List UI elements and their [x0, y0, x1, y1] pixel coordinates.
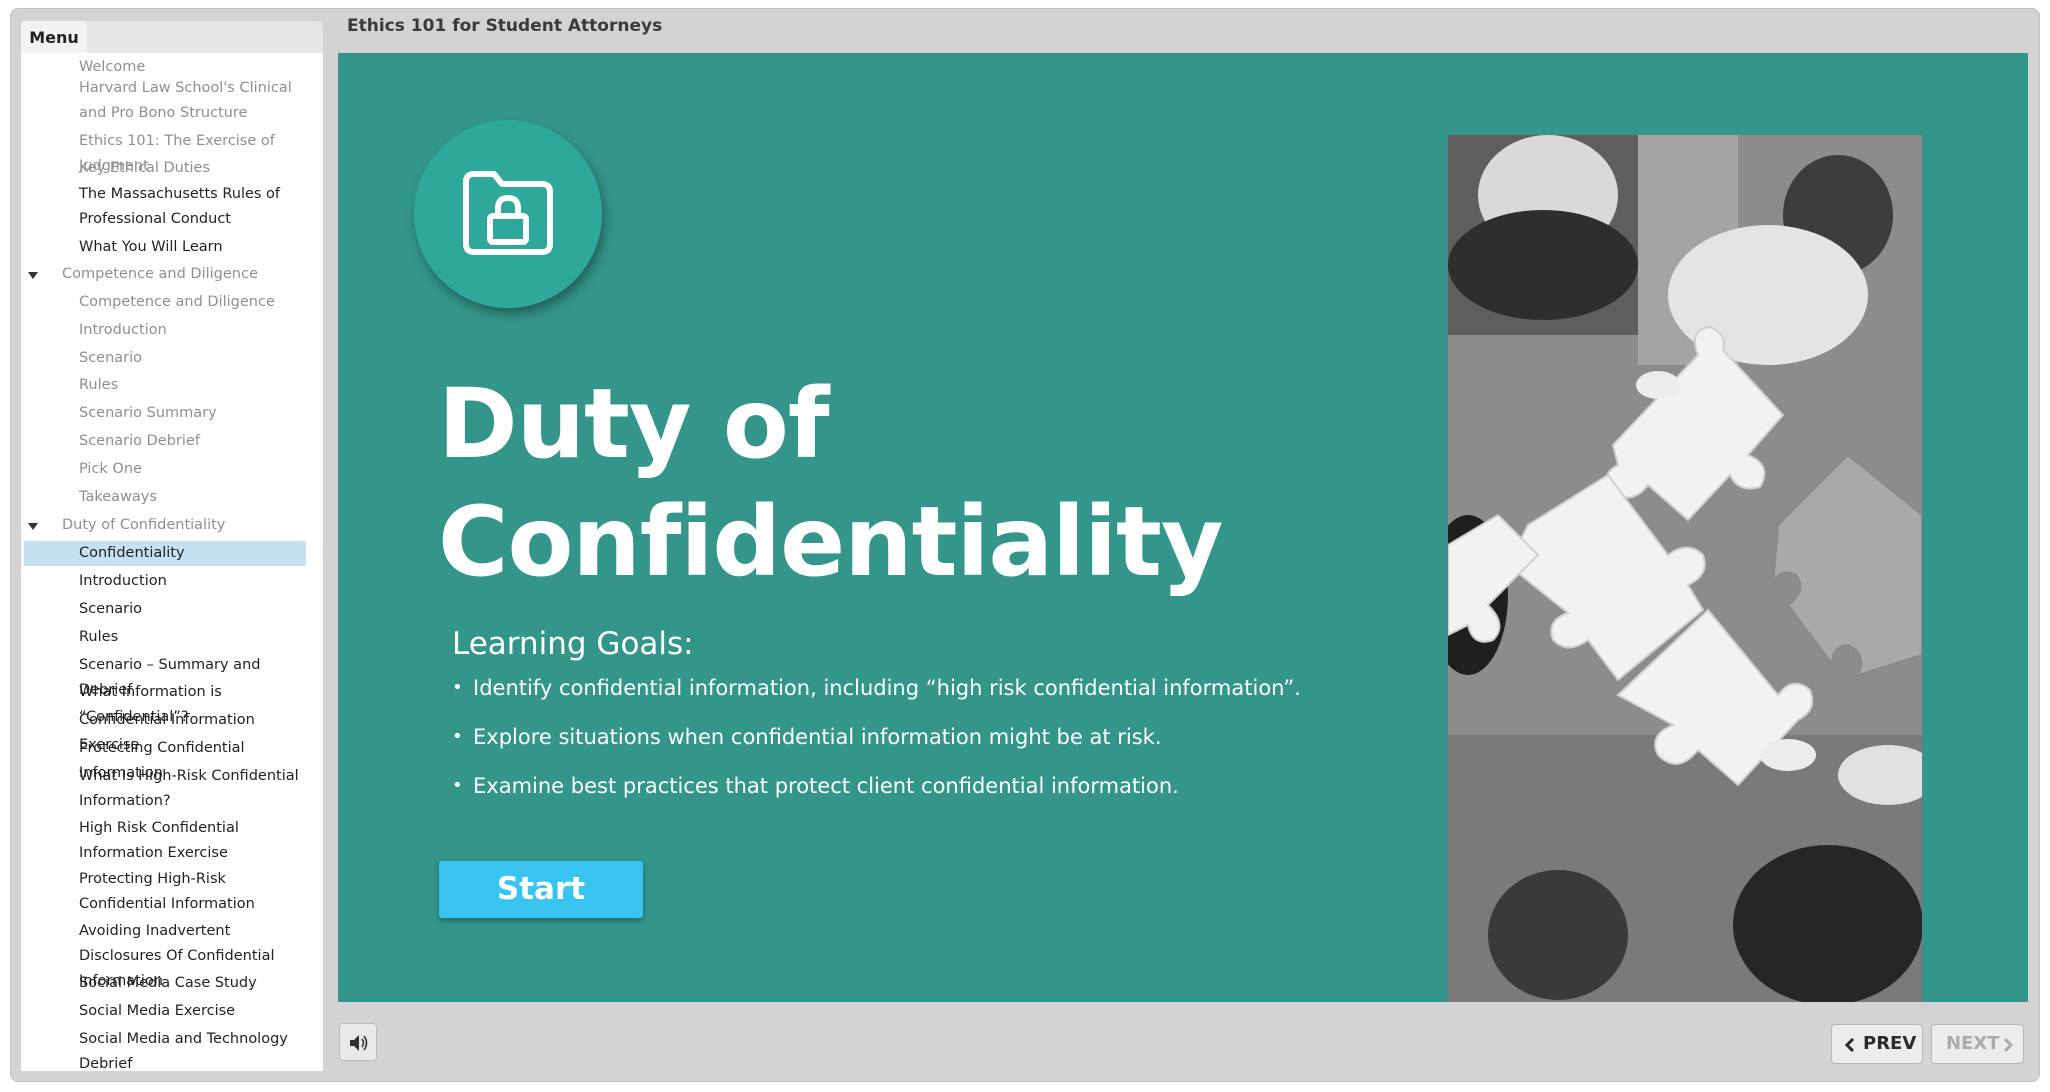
chevron-left-icon — [1845, 1038, 1855, 1052]
menu-item-what-you-will-learn[interactable]: What You Will Learn — [24, 235, 306, 260]
puzzle-pieces-image — [1448, 135, 1922, 1002]
icon-badge — [414, 120, 602, 308]
speaker-icon — [350, 1035, 368, 1051]
menu-item-confidentiality[interactable]: Confidentiality — [24, 541, 306, 566]
learning-goal: Explore situations when confidential inf… — [452, 721, 1352, 770]
menu-item-pick-one[interactable]: Pick One — [24, 457, 306, 482]
folder-lock-icon — [463, 171, 553, 255]
menu-item-high-risk-exercise[interactable]: High Risk Confidential Information Exerc… — [24, 816, 306, 866]
menu-item-social-media-exercise[interactable]: Social Media Exercise — [24, 999, 306, 1024]
slide-title: Duty of Confidentiality — [438, 368, 1223, 598]
menu-section-competence[interactable]: Competence and Diligence — [24, 262, 306, 287]
menu-item-rules[interactable]: Rules — [24, 373, 306, 398]
next-label: NEXT — [1946, 1033, 2000, 1054]
menu-list[interactable]: Welcome Harvard Law School's Clinical an… — [21, 53, 323, 1071]
menu-item-social-media-debrief[interactable]: Social Media and Technology Debrief — [24, 1027, 306, 1071]
prev-label: PREV — [1863, 1033, 1917, 1054]
menu-item-scenario[interactable]: Scenario — [24, 597, 306, 622]
learning-goal: Examine best practices that protect clie… — [452, 770, 1352, 819]
menu-item-introduction[interactable]: Introduction — [24, 569, 306, 594]
menu-item-social-media-case-study[interactable]: Social Media Case Study — [24, 971, 306, 996]
menu-section-label: Duty of Confidentiality — [62, 517, 226, 533]
menu-item-massachusetts-rules[interactable]: The Massachusetts Rules of Professional … — [24, 182, 306, 232]
puzzle-meeting-photo — [1448, 135, 1922, 1002]
slide-canvas: Duty of Confidentiality Learning Goals: … — [338, 53, 2028, 1002]
menu-item-what-is-high-risk[interactable]: What Is High-Risk Confidential Informati… — [24, 764, 306, 814]
chevron-right-icon — [2003, 1038, 2013, 1052]
menu-section-confidentiality[interactable]: Duty of Confidentiality — [24, 513, 306, 538]
start-button[interactable]: Start — [439, 861, 643, 918]
menu-item-key-ethical-duties[interactable]: Key Ethical Duties — [24, 156, 306, 181]
chevron-down-icon — [28, 523, 38, 530]
menu-item-introduction[interactable]: Introduction — [24, 318, 306, 343]
menu-tab[interactable]: Menu — [21, 21, 87, 53]
menu-item-clinical-structure[interactable]: Harvard Law School's Clinical and Pro Bo… — [24, 76, 306, 126]
prev-button[interactable]: PREV — [1831, 1024, 1923, 1064]
course-title: Ethics 101 for Student Attorneys — [347, 16, 663, 36]
menu-item-scenario-summary[interactable]: Scenario Summary — [24, 401, 306, 426]
sidebar-menu: Menu Welcome Harvard Law School's Clinic… — [21, 21, 323, 1071]
audio-toggle-button[interactable] — [339, 1023, 377, 1061]
chevron-down-icon — [28, 272, 38, 279]
menu-item-scenario[interactable]: Scenario — [24, 346, 306, 371]
learning-goals-heading: Learning Goals: — [452, 626, 694, 662]
menu-item-rules[interactable]: Rules — [24, 625, 306, 650]
learning-goal: Identify confidential information, inclu… — [452, 672, 1352, 721]
menu-item-scenario-debrief[interactable]: Scenario Debrief — [24, 429, 306, 454]
menu-item-takeaways[interactable]: Takeaways — [24, 485, 306, 510]
menu-section-label: Competence and Diligence — [62, 266, 258, 282]
menu-item-protecting-high-risk[interactable]: Protecting High-Risk Confidential Inform… — [24, 867, 306, 917]
next-button[interactable]: NEXT — [1931, 1024, 2024, 1064]
menu-item-competence-diligence[interactable]: Competence and Diligence — [24, 290, 306, 315]
learning-goals-list: Identify confidential information, inclu… — [452, 672, 1352, 819]
